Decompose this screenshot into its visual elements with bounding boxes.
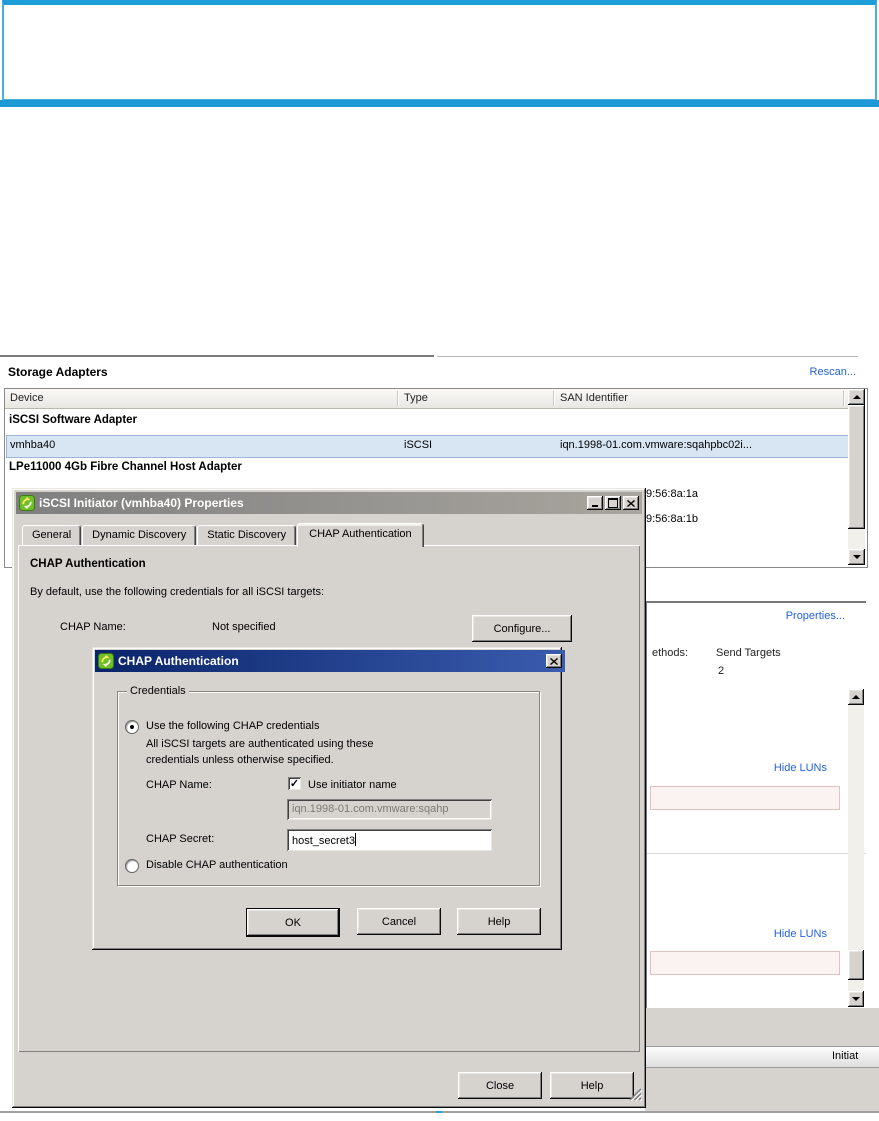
table-row-vmhba40-selected[interactable]: vmhba40 iSCSI iqn.1998-01.com.vmware:sqa… (6, 435, 850, 458)
hide-luns-link-1[interactable]: Hide LUNs (744, 762, 827, 774)
tab-static-discovery[interactable]: Static Discovery (197, 525, 297, 545)
configure-button[interactable]: Configure... (472, 615, 572, 642)
column-header-type[interactable]: Type (404, 389, 428, 408)
up-arrow-icon (852, 695, 860, 699)
chap-name-value: Not specified (212, 621, 276, 633)
radio-use-chap-credentials-label: Use the following CHAP credentials (146, 720, 320, 732)
cancel-button[interactable]: Cancel (357, 908, 441, 935)
lun-bar-1 (650, 786, 840, 810)
minimize-button[interactable] (587, 496, 603, 510)
radio-use-chap-credentials[interactable] (125, 720, 139, 734)
chap-secret-field[interactable]: host_secret3 (287, 829, 492, 851)
tab-chap-authentication[interactable]: CHAP Authentication (297, 523, 424, 547)
scrollbar-thumb[interactable] (848, 950, 864, 980)
chap-dialog-titlebar[interactable]: CHAP Authentication (95, 650, 565, 672)
table-header-row: Device Type SAN Identifier (5, 389, 848, 409)
vmware-app-icon (19, 495, 35, 511)
radio-selected-dot (130, 725, 134, 729)
rescan-link[interactable]: Rescan... (786, 366, 856, 378)
close-button[interactable]: Close (458, 1072, 542, 1099)
details-scrollbar[interactable] (848, 689, 864, 1007)
chap-name-label: CHAP Name: (60, 621, 126, 633)
table-row-group-lpe11000[interactable]: LPe11000 4Gb Fibre Channel Host Adapter (9, 461, 242, 473)
cell-san-identifier: iqn.1998-01.com.vmware:sqahpbc02i... (560, 439, 752, 451)
cell-type: iSCSI (404, 439, 433, 451)
scroll-up-button[interactable] (848, 389, 865, 405)
close-icon (550, 657, 558, 665)
banner-divider-bar (0, 100, 879, 107)
tab-bar: General Dynamic Discovery Static Discove… (22, 519, 425, 547)
down-arrow-icon (852, 555, 861, 559)
clipped-san-id: 9:56:8a:1a (646, 488, 698, 500)
chap-authentication-dialog: CHAP Authentication Credentials Use the … (92, 647, 565, 950)
chap-help-button[interactable]: Help (457, 908, 541, 935)
top-banner (2, 0, 877, 101)
column-separator (553, 391, 554, 406)
clipped-san-id: 9:56:8a:1b (646, 513, 698, 525)
dialog-titlebar[interactable]: iSCSI Initiator (vmhba40) Properties (16, 492, 642, 514)
scroll-up-button[interactable] (848, 689, 864, 705)
column-separator (843, 391, 844, 406)
radio-disable-chap-label: Disable CHAP authentication (146, 859, 288, 871)
initiator-column-bar: Initiat (645, 1046, 879, 1068)
chap-dialog-title: CHAP Authentication (118, 654, 239, 668)
iscsi-initiator-properties-dialog: iSCSI Initiator (vmhba40) Properties Gen… (12, 488, 646, 1108)
initiator-column-label-clipped: Initiat (832, 1050, 859, 1062)
column-header-san-identifier[interactable]: SAN Identifier (560, 389, 628, 408)
tab-dynamic-discovery[interactable]: Dynamic Discovery (82, 525, 197, 545)
text-caret (354, 833, 356, 846)
chap-secret-value: host_secret3 (292, 835, 355, 847)
vsphere-client-screen: Storage Adapters Rescan... Device Type S… (0, 0, 879, 1121)
resize-grip[interactable] (628, 1087, 643, 1104)
minimize-icon (592, 505, 598, 507)
initiator-name-field[interactable]: iqn.1998-01.com.vmware:sqahp (287, 799, 492, 820)
dialog-title: iSCSI Initiator (vmhba40) Properties (39, 496, 244, 510)
hide-luns-link-2[interactable]: Hide LUNs (744, 928, 827, 940)
storage-adapters-title: Storage Adapters (8, 365, 108, 379)
methods-label-clipped: ethods: (652, 647, 689, 659)
column-header-device[interactable]: Device (10, 389, 44, 408)
ok-button[interactable]: OK (246, 908, 340, 937)
down-arrow-icon (852, 997, 860, 1001)
scroll-down-button[interactable] (848, 549, 865, 565)
scrollbar-track[interactable] (848, 705, 864, 991)
targets-count: 2 (718, 665, 725, 677)
radio-disable-chap[interactable] (125, 859, 139, 873)
resize-grip-icon (629, 1088, 643, 1102)
panel-top-line-left (0, 355, 434, 357)
cell-device: vmhba40 (10, 439, 56, 451)
chap-secret-label: CHAP Secret: (146, 833, 215, 845)
up-arrow-icon (852, 395, 861, 399)
chap-section-title: CHAP Authentication (30, 558, 146, 570)
lun-bar-2 (650, 951, 840, 975)
details-separator (647, 853, 866, 854)
use-initiator-name-label: Use initiator name (308, 779, 397, 791)
bottom-line-blue-tick (436, 1111, 442, 1113)
chap-name-label: CHAP Name: (146, 779, 212, 791)
chap-section-description: By default, use the following credential… (30, 586, 325, 598)
properties-link[interactable]: Properties... (727, 610, 845, 622)
details-panel: Properties... ethods: Send Targets 2 Hid… (647, 603, 866, 1008)
close-button-x[interactable] (623, 496, 639, 510)
scrollbar-thumb[interactable] (848, 405, 865, 529)
panel-top-line-right (437, 356, 858, 357)
credentials-note-line2: credentials unless otherwise specified. (146, 754, 334, 766)
maximize-button[interactable] (605, 496, 621, 510)
methods-value: Send Targets (716, 647, 781, 659)
credentials-note-line1: All iSCSI targets are authenticated usin… (146, 738, 374, 750)
maximize-icon (608, 498, 618, 508)
use-initiator-name-checkbox[interactable]: ✓ (288, 777, 301, 790)
credentials-group-label: Credentials (127, 685, 189, 697)
chap-close-button-x[interactable] (546, 654, 562, 668)
check-icon: ✓ (289, 778, 300, 790)
column-separator (397, 391, 398, 406)
table-row-group-iscsi[interactable]: iSCSI Software Adapter (9, 414, 137, 426)
table-scrollbar[interactable] (848, 389, 865, 565)
scroll-down-button[interactable] (848, 991, 864, 1007)
help-button[interactable]: Help (550, 1072, 634, 1099)
tab-general[interactable]: General (22, 525, 82, 545)
vmware-app-icon (98, 653, 114, 669)
close-icon (627, 499, 635, 507)
